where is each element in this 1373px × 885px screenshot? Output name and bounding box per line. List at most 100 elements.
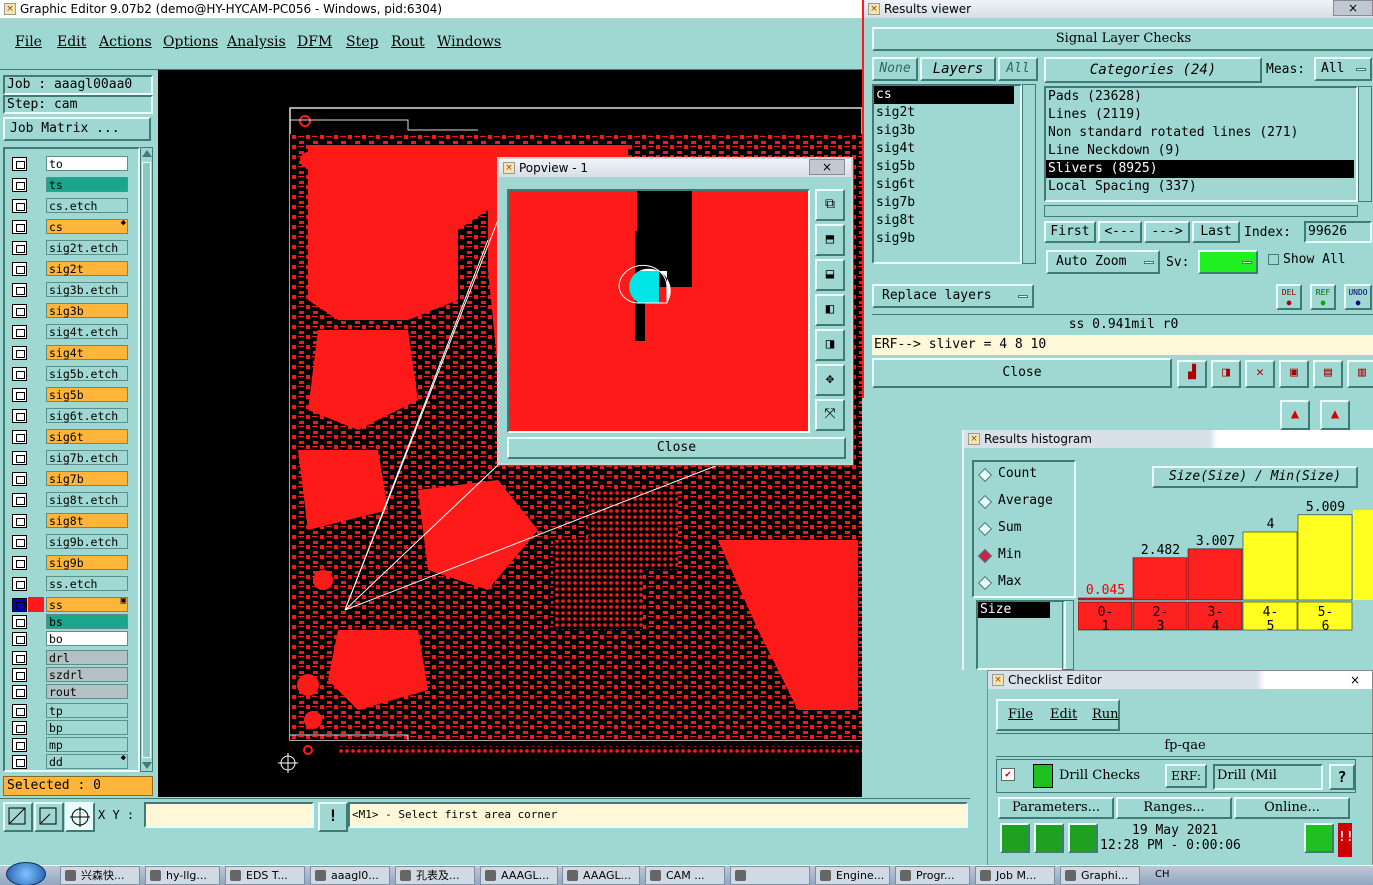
layer-visibility-checkbox[interactable] — [12, 409, 27, 423]
layer-visibility-checkbox[interactable] — [12, 388, 27, 402]
last-button[interactable]: Last — [1192, 221, 1240, 243]
menu-windows[interactable]: Windows — [437, 34, 501, 50]
layer-visibility-checkbox[interactable] — [12, 304, 27, 318]
pop-fit-icon[interactable]: ✥ — [815, 364, 845, 396]
start-button[interactable] — [6, 862, 46, 885]
drc-warning-icon-2[interactable]: ▲ — [1320, 400, 1350, 430]
prev-button[interactable]: <--- — [1098, 221, 1142, 243]
layer-row-mp[interactable]: mp — [10, 736, 128, 753]
zoom-area-icon[interactable] — [3, 802, 33, 832]
rv-layer-item[interactable]: sig8t — [874, 212, 1020, 230]
taskbar-item[interactable]: AAAGL... — [480, 866, 558, 885]
stop-check-icon[interactable] — [1068, 823, 1098, 853]
undo-button[interactable]: UNDO ● — [1344, 284, 1372, 310]
layer-visibility-checkbox[interactable] — [12, 651, 27, 665]
taskbar-item[interactable]: AAAGL... — [562, 866, 640, 885]
chart-icon[interactable]: ▥ — [1347, 360, 1373, 388]
layer-visibility-checkbox[interactable] — [12, 346, 27, 360]
category-item[interactable]: Local Spacing (337) — [1046, 178, 1356, 196]
category-item[interactable]: Non standard rotated lines (271) — [1046, 124, 1356, 142]
categories-button[interactable]: Categories (24) — [1044, 57, 1262, 83]
sv-color-select[interactable] — [1198, 250, 1258, 274]
taskbar-item[interactable]: CAM ... — [645, 866, 725, 885]
popview-close-icon[interactable]: × — [809, 159, 845, 175]
layer-row-sig7b[interactable]: sig7b — [10, 470, 128, 487]
layer-visibility-checkbox[interactable] — [12, 632, 27, 646]
layer-visibility-checkbox[interactable] — [12, 262, 27, 276]
taskbar-item[interactable]: 孔表及... — [395, 866, 475, 885]
run-check-icon[interactable] — [1000, 823, 1030, 853]
zoom-tool-icon[interactable] — [34, 802, 64, 832]
layer-row-ss-etch[interactable]: ss.etch — [10, 575, 128, 592]
category-scrollbar[interactable] — [1358, 86, 1372, 202]
layer-visibility-checkbox[interactable] — [12, 577, 27, 591]
layer-visibility-checkbox[interactable] — [12, 685, 27, 699]
histogram-bar[interactable] — [1187, 548, 1243, 601]
category-item[interactable]: Line Neckdown (9) — [1046, 142, 1356, 160]
zoom-check-icon[interactable] — [1304, 823, 1334, 853]
drc-warning-icon[interactable]: ▲ — [1280, 400, 1310, 430]
layer-row-1slot1[interactable]: 1slot1 — [10, 770, 128, 772]
layer-row-ss[interactable]: ss ▣ — [10, 596, 128, 613]
layer-visibility-checkbox[interactable] — [12, 721, 27, 735]
menu-step[interactable]: Step — [346, 34, 378, 50]
grid-icon[interactable] — [65, 802, 95, 832]
rv-layer-item[interactable]: sig4t — [874, 140, 1020, 158]
rv-layer-item[interactable]: sig3b — [874, 122, 1020, 140]
check-row[interactable]: ✔ Drill Checks ERF: Drill (Mil ? — [996, 759, 1356, 793]
menu-analysis[interactable]: Analysis — [227, 34, 286, 50]
menu-dfm[interactable]: DFM — [297, 34, 332, 50]
layer-row-cs[interactable]: cs ◆ — [10, 218, 128, 235]
none-button[interactable]: None — [872, 57, 918, 81]
layer-row-sig3b[interactable]: sig3b — [10, 302, 128, 319]
show-all-checkbox[interactable] — [1268, 254, 1279, 265]
layer-visibility-checkbox[interactable] — [12, 325, 27, 339]
layer-row-sig4t-etch[interactable]: sig4t.etch — [10, 323, 128, 340]
layer-row-sig6t[interactable]: sig6t — [10, 428, 128, 445]
layer-row-cs-etch[interactable]: cs.etch — [10, 197, 128, 214]
taskbar-item[interactable]: 兴森快... — [60, 866, 140, 885]
layer-visibility-checkbox[interactable] — [12, 514, 27, 528]
layers-button[interactable]: Layers — [920, 57, 996, 81]
layer-row-sig7b-etch[interactable]: sig7b.etch — [10, 449, 128, 466]
layer-row-sig8t-etch[interactable]: sig8t.etch — [10, 491, 128, 508]
layer-row-sig9b[interactable]: sig9b — [10, 554, 128, 571]
menu-actions[interactable]: Actions — [99, 34, 152, 50]
pop-right-icon[interactable]: ◨ — [815, 329, 845, 361]
ruler-icon[interactable]: ▟ — [1177, 360, 1207, 388]
taskbar-item[interactable]: Graphi... — [1060, 866, 1140, 885]
auto-zoom-select[interactable]: Auto Zoom — [1046, 250, 1160, 274]
job-matrix-button[interactable]: Job Matrix ... — [3, 117, 151, 141]
histogram-bar[interactable] — [1297, 514, 1353, 601]
layer-row-tp[interactable]: tp — [10, 702, 128, 719]
run-all-icon[interactable] — [1034, 823, 1064, 853]
menu-file[interactable]: File — [15, 34, 42, 50]
ref-button[interactable]: REF ● — [1310, 284, 1336, 310]
menu-edit[interactable]: Edit — [57, 34, 86, 50]
layer-visibility-checkbox[interactable] — [12, 615, 27, 629]
menu-options[interactable]: Options — [163, 34, 218, 50]
rv-layer-item[interactable]: sig9b — [874, 230, 1020, 248]
list-icon[interactable]: ▤ — [1313, 360, 1343, 388]
layer-row-sig5b-etch[interactable]: sig5b.etch — [10, 365, 128, 382]
pop-zoom-home-icon[interactable]: ⧉ — [815, 189, 845, 221]
erase-icon[interactable]: ✕ — [1245, 360, 1275, 388]
layer-visibility-checkbox[interactable] — [12, 283, 27, 297]
category-item[interactable]: Slivers (8925) — [1046, 160, 1354, 178]
checklist-menu-file[interactable]: File — [1008, 707, 1033, 722]
results-close-button[interactable]: Close — [872, 358, 1172, 388]
layer-visibility-checkbox[interactable] — [12, 755, 27, 769]
alert-icon[interactable]: ! — [318, 802, 348, 832]
del-button[interactable]: DEL ● — [1276, 284, 1302, 310]
erf-value[interactable]: Drill (Mil — [1213, 764, 1323, 790]
histogram-bar[interactable] — [1132, 557, 1188, 601]
category-item[interactable]: Lines (2119) — [1046, 106, 1356, 124]
layer-row-bp[interactable]: bp — [10, 719, 128, 736]
layer-row-drl[interactable]: drl — [10, 649, 128, 666]
scroll-thumb[interactable] — [142, 162, 151, 758]
popview-close-button[interactable]: Close — [507, 437, 846, 459]
layer-visibility-checkbox[interactable] — [12, 668, 27, 682]
rv-layer-item[interactable]: sig5b — [874, 158, 1020, 176]
layer-row-szdrl[interactable]: szdrl — [10, 666, 128, 683]
check-toggle-icon[interactable]: ✔ — [1001, 768, 1015, 781]
